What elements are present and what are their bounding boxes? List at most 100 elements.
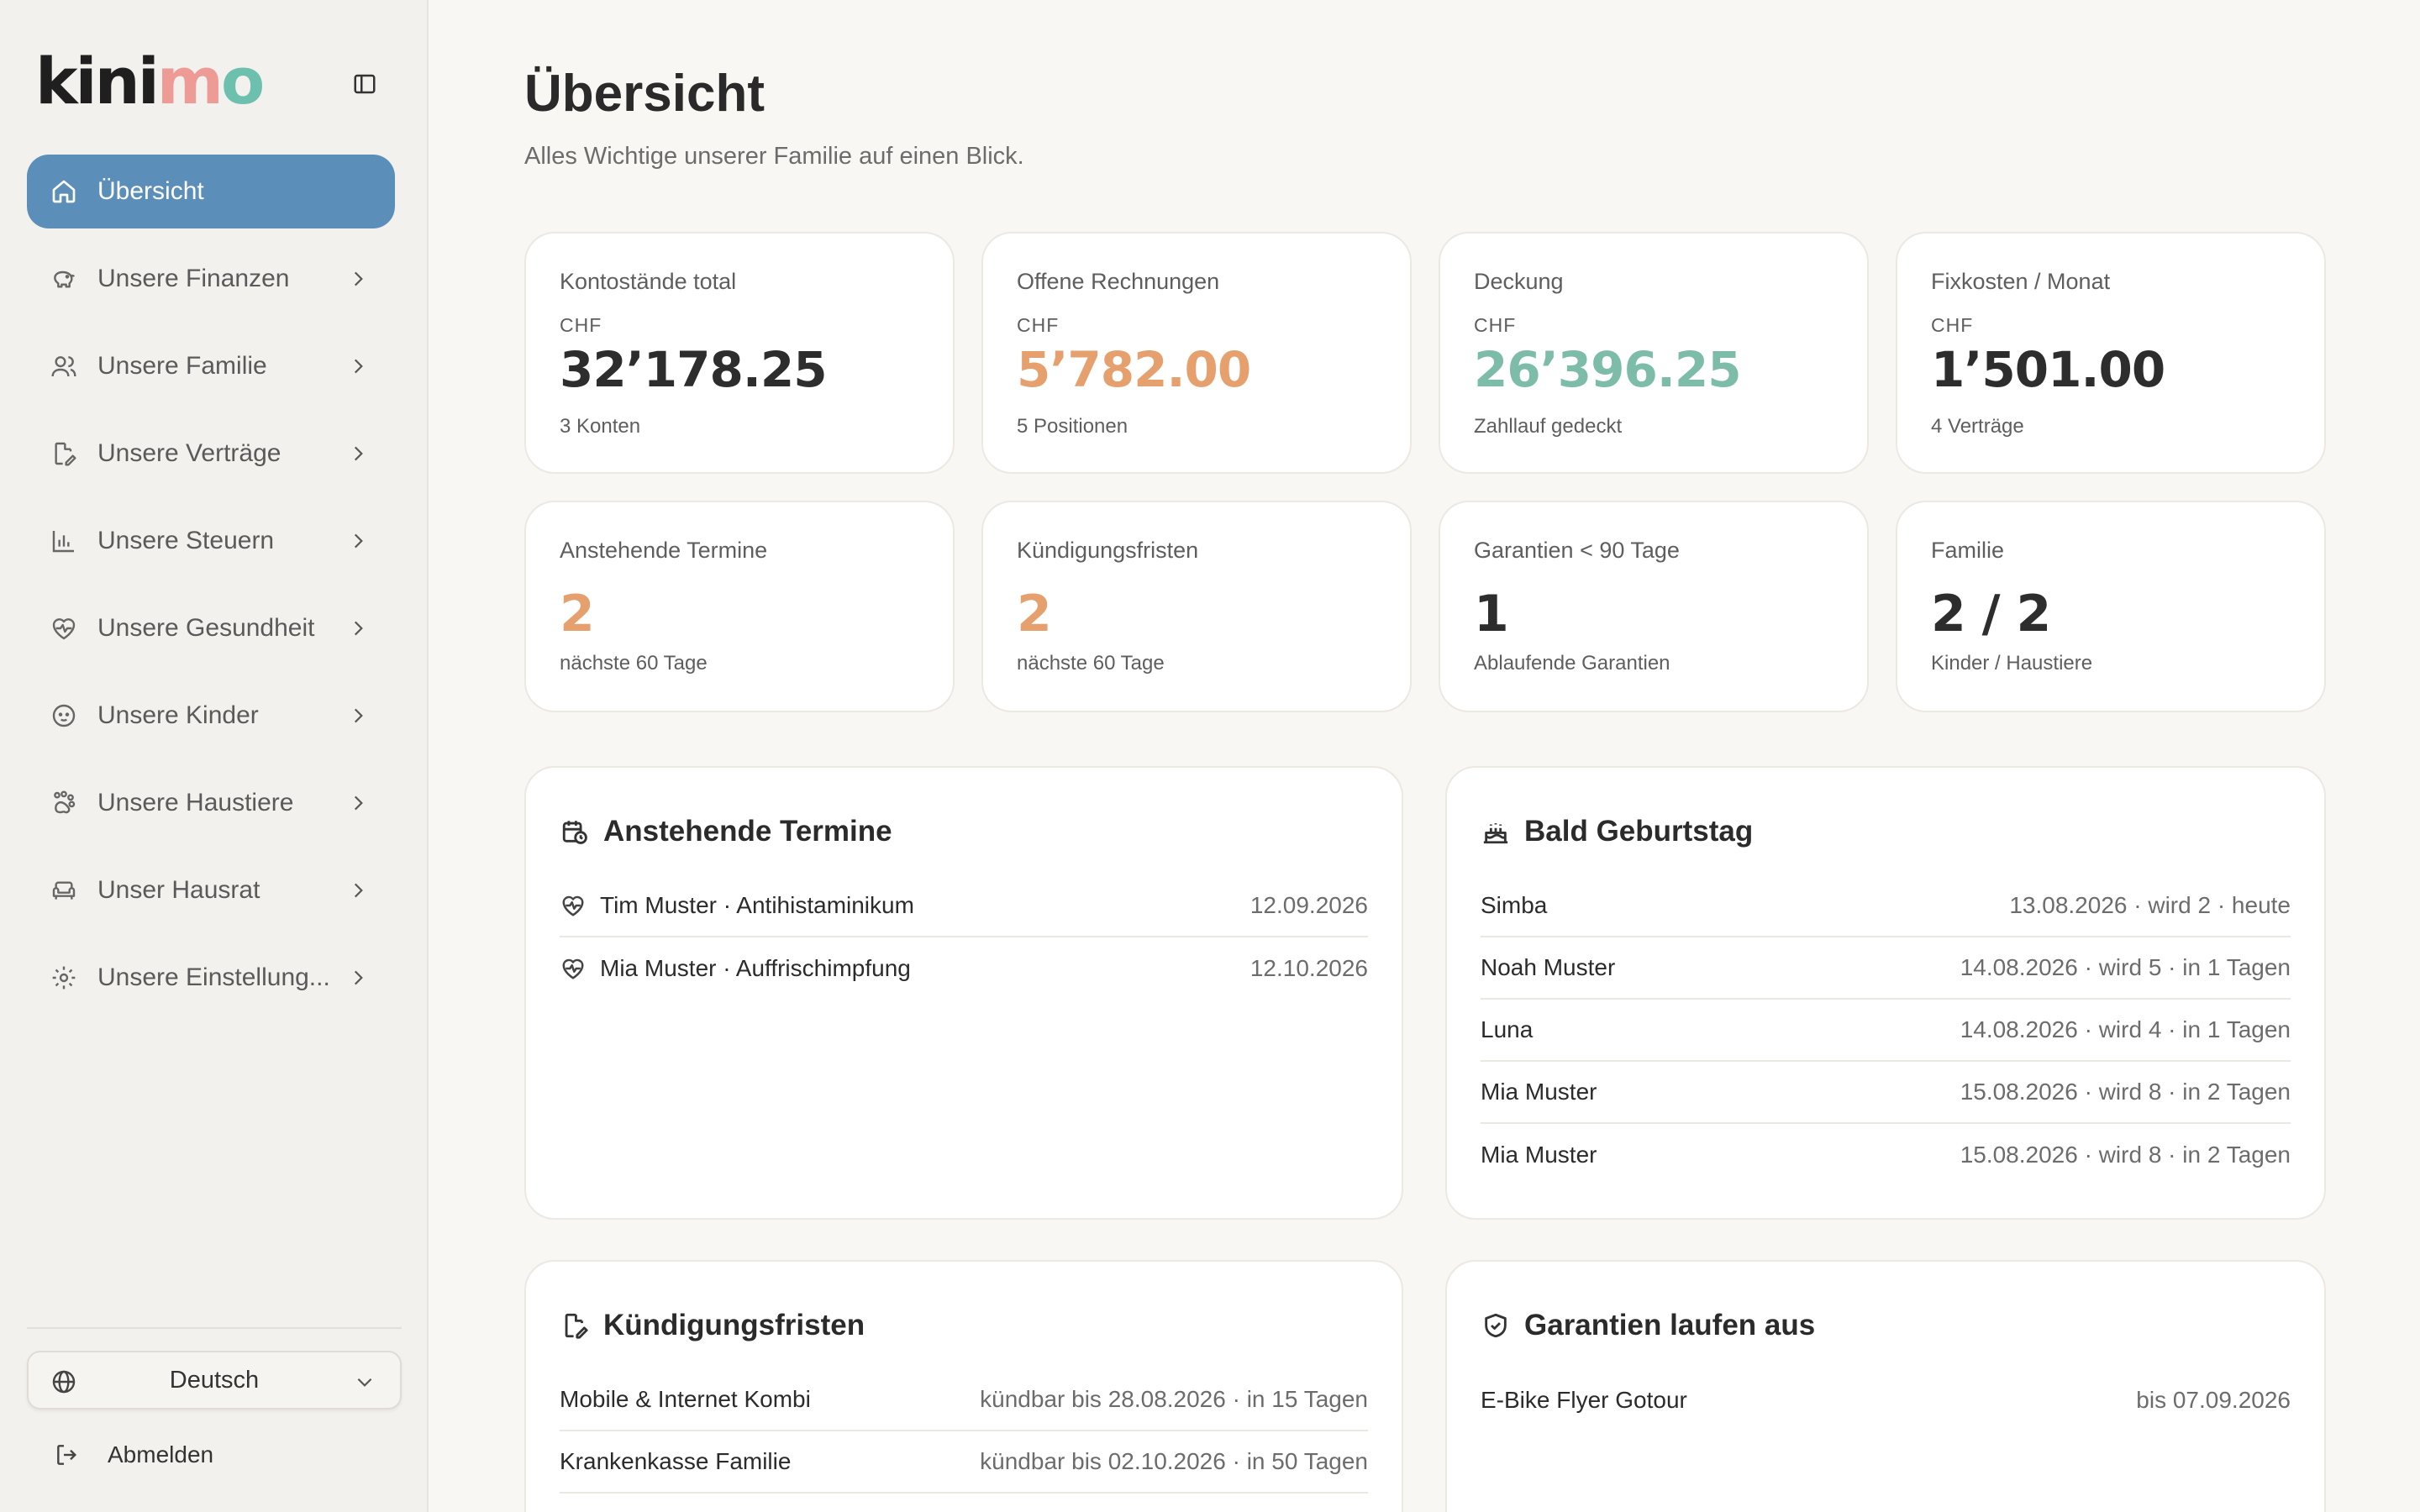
stat-card-kuendigung[interactable]: Kündigungsfristen 2 nächste 60 Tage <box>981 501 1412 712</box>
sidebar-item-steuern[interactable]: Unsere Steuern <box>27 504 395 578</box>
kinimo-logo[interactable]: kinimo <box>35 44 265 119</box>
row-name: E-Bike Flyer Gotour <box>1481 1387 1687 1413</box>
row-meta: 13.08.2026 · wird 2 · heute <box>2009 892 2291 918</box>
gear-icon <box>47 961 81 995</box>
stat-sub: Ablaufende Garantien <box>1474 652 1670 675</box>
list-item[interactable]: Mia Muster · Auffrischimpfung 12.10.2026 <box>560 937 1368 1000</box>
kuendigung-list: Mobile & Internet Kombi kündbar bis 28.08… <box>560 1369 1368 1494</box>
chevron-right-icon <box>341 786 375 820</box>
stat-value: 1’501.00 <box>1931 341 2165 398</box>
sidebar-item-label: Unsere Gesundheit <box>97 614 315 642</box>
stat-label: Offene Rechnungen <box>1017 269 1220 294</box>
stat-card-kontostaende[interactable]: Kontostände total CHF 32’178.25 3 Konten <box>524 232 955 474</box>
row-meta: 14.08.2026 · wird 5 · in 1 Tagen <box>1960 954 2291 980</box>
language-value: Deutsch <box>169 1366 260 1394</box>
chevron-right-icon <box>341 262 375 296</box>
stat-currency: CHF <box>1017 314 1060 336</box>
panel-header: Kündigungsfristen <box>560 1309 865 1342</box>
sidebar-item-kinder[interactable]: Unsere Kinder <box>27 679 395 753</box>
sidebar-item-familie[interactable]: Unsere Familie <box>27 329 395 403</box>
chevron-right-icon <box>341 699 375 732</box>
stat-label: Anstehende Termine <box>560 538 768 563</box>
garantien-list: E-Bike Flyer Gotour bis 07.09.2026 <box>1481 1369 2291 1431</box>
stat-value: 2 / 2 <box>1931 585 2051 643</box>
sidebar-item-label: Unsere Familie <box>97 352 267 380</box>
sidebar-item-gesundheit[interactable]: Unsere Gesundheit <box>27 591 395 665</box>
users-icon <box>47 349 81 383</box>
list-item[interactable]: Noah Muster 14.08.2026 · wird 5 · in 1 Ta… <box>1481 937 2291 1000</box>
panel-termine: Anstehende Termine Tim Muster · Antihist… <box>524 766 1403 1220</box>
chevron-right-icon <box>341 437 375 470</box>
row-date: 12.10.2026 <box>1249 955 1368 981</box>
row-name: Mia Muster · Auffrischimpfung <box>600 955 911 981</box>
list-item[interactable]: Mia Muster 15.08.2026 · wird 8 · in 2 Tag… <box>1481 1124 2291 1186</box>
calendar-clock-icon <box>560 816 590 847</box>
list-item[interactable]: Krankenkasse Familie kündbar bis 02.10.20… <box>560 1431 1368 1494</box>
sidebar-item-label: Unsere Steuern <box>97 527 275 554</box>
sidebar-item-hausrat[interactable]: Unser Hausrat <box>27 853 395 927</box>
bar-chart-icon <box>47 524 81 558</box>
row-name: Noah Muster <box>1481 954 1616 980</box>
stat-value: 1 <box>1474 585 1509 643</box>
stat-card-deckung[interactable]: Deckung CHF 26’396.25 Zahllauf gedeckt <box>1439 232 1869 474</box>
row-meta: 15.08.2026 · wird 8 · in 2 Tagen <box>1960 1079 2291 1105</box>
stat-card-familie[interactable]: Familie 2 / 2 Kinder / Haustiere <box>1896 501 2326 712</box>
heart-pulse-icon <box>560 955 587 982</box>
sidebar-item-label: Unser Hausrat <box>97 876 260 904</box>
stat-label: Kündigungsfristen <box>1017 538 1199 563</box>
sidebar-item-haustiere[interactable]: Unsere Haustiere <box>27 766 395 840</box>
sidebar-toggle-icon[interactable] <box>348 67 381 101</box>
language-select[interactable]: Deutsch <box>27 1351 402 1410</box>
stat-sub: Kinder / Haustiere <box>1931 652 2093 675</box>
chevron-right-icon <box>341 612 375 645</box>
logout-label: Abmelden <box>108 1441 214 1467</box>
file-edit-icon <box>47 437 81 470</box>
baby-icon <box>47 699 81 732</box>
chevron-down-icon <box>348 1365 381 1399</box>
sidebar-item-uebersicht[interactable]: Übersicht <box>27 155 395 228</box>
stat-label: Familie <box>1931 538 2005 563</box>
paw-icon <box>47 786 81 820</box>
list-item[interactable]: Mia Muster 15.08.2026 · wird 8 · in 2 Tag… <box>1481 1062 2291 1124</box>
stat-card-fixkosten[interactable]: Fixkosten / Monat CHF 1’501.00 4 Verträg… <box>1896 232 2326 474</box>
sofa-icon <box>47 874 81 907</box>
stat-card-garantien[interactable]: Garantien < 90 Tage 1 Ablaufende Garanti… <box>1439 501 1869 712</box>
list-item[interactable]: Simba 13.08.2026 · wird 2 · heute <box>1481 875 2291 937</box>
stat-value: 2 <box>560 585 595 643</box>
list-item[interactable]: Tim Muster · Antihistaminikum 12.09.2026 <box>560 875 1368 937</box>
list-item[interactable]: Mobile & Internet Kombi kündbar bis 28.08… <box>560 1369 1368 1431</box>
logout-button[interactable]: Abmelden <box>50 1436 213 1473</box>
page-title: Übersicht <box>524 65 765 123</box>
stat-currency: CHF <box>1931 314 1974 336</box>
geburtstag-list: Simba 13.08.2026 · wird 2 · heute Noah Mu… <box>1481 875 2291 1186</box>
stat-sub: 5 Positionen <box>1017 415 1128 438</box>
panel-kuendigung: Kündigungsfristen Mobile & Internet Komb… <box>524 1260 1403 1512</box>
row-meta: 14.08.2026 · wird 4 · in 1 Tagen <box>1960 1016 2291 1042</box>
stat-card-termine[interactable]: Anstehende Termine 2 nächste 60 Tage <box>524 501 955 712</box>
row-meta: bis 07.09.2026 <box>2136 1387 2291 1413</box>
row-meta: kündbar bis 02.10.2026 · in 50 Tagen <box>980 1448 1368 1474</box>
sidebar-item-label: Unsere Kinder <box>97 701 259 729</box>
stat-value: 2 <box>1017 585 1052 643</box>
sidebar-item-einstellungen[interactable]: Unsere Einstellung... <box>27 941 395 1015</box>
stat-card-rechnungen[interactable]: Offene Rechnungen CHF 5’782.00 5 Positio… <box>981 232 1412 474</box>
sidebar-item-label: Unsere Einstellung... <box>97 963 330 991</box>
panel-header: Garantien laufen aus <box>1481 1309 1815 1342</box>
panel-header: Anstehende Termine <box>560 815 892 848</box>
sidebar-item-finanzen[interactable]: Unsere Finanzen <box>27 242 395 316</box>
stat-value: 5’782.00 <box>1017 341 1251 398</box>
sidebar-item-vertraege[interactable]: Unsere Verträge <box>27 417 395 491</box>
row-meta: kündbar bis 28.08.2026 · in 15 Tagen <box>980 1386 1368 1412</box>
row-date: 12.09.2026 <box>1249 892 1368 918</box>
page-subtitle: Alles Wichtige unserer Familie auf einen… <box>524 143 1024 170</box>
sidebar-item-label: Unsere Haustiere <box>97 789 294 816</box>
sidebar-divider <box>27 1327 402 1329</box>
chevron-right-icon <box>341 524 375 558</box>
stat-label: Garantien < 90 Tage <box>1474 538 1680 563</box>
list-item[interactable]: E-Bike Flyer Gotour bis 07.09.2026 <box>1481 1369 2291 1431</box>
list-item[interactable]: Luna 14.08.2026 · wird 4 · in 1 Tagen <box>1481 1000 2291 1062</box>
panel-title: Garantien laufen aus <box>1524 1309 1816 1341</box>
row-name: Krankenkasse Familie <box>560 1448 792 1474</box>
file-edit-icon <box>560 1310 590 1341</box>
panel-title: Bald Geburtstag <box>1524 815 1754 848</box>
